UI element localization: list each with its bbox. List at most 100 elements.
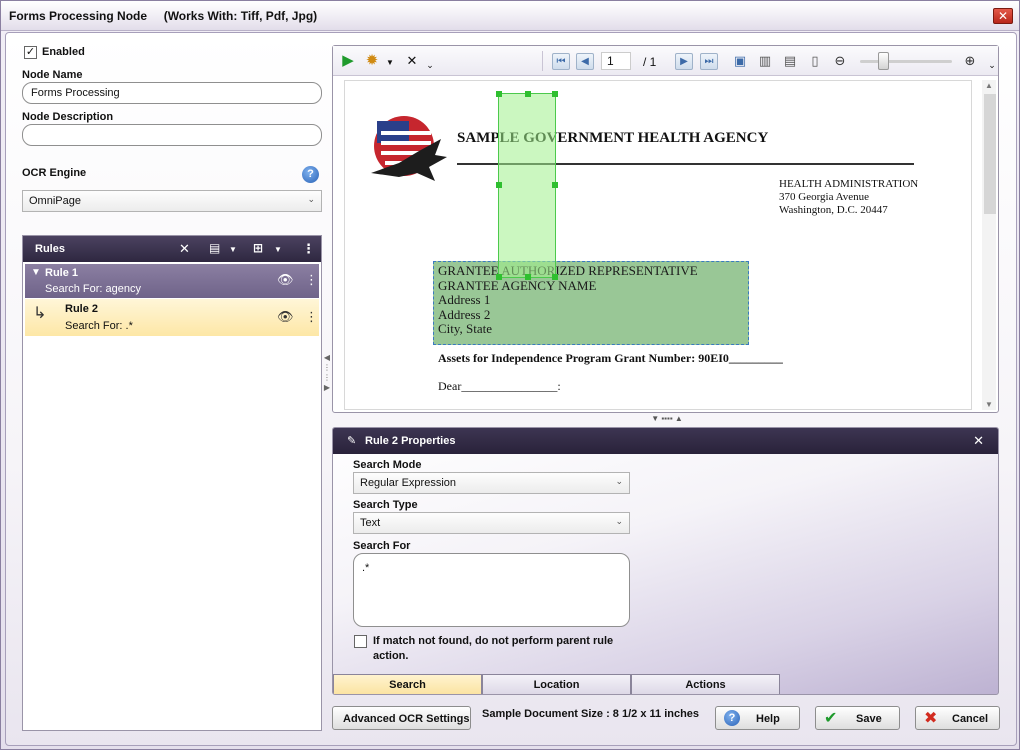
add-child-rule-icon[interactable]: ⊞ <box>253 241 263 255</box>
collapse-triangle-icon[interactable]: ▼ <box>31 267 41 278</box>
tab-search[interactable]: Search <box>333 674 482 694</box>
search-for-label: Search For <box>353 540 411 552</box>
dept-line: HEALTH ADMINISTRATION <box>779 178 919 190</box>
search-for-textarea[interactable]: .* <box>353 553 630 627</box>
tab-location[interactable]: Location <box>482 674 631 694</box>
rules-header: Rules ✕ ▤ ▼ ⊞ ▼ ⋮ <box>23 236 321 262</box>
resize-handle[interactable] <box>496 91 502 97</box>
fit-height-icon[interactable]: ▥ <box>756 52 774 70</box>
node-name-input[interactable]: Forms Processing <box>22 82 322 104</box>
forms-processing-window: Forms Processing Node (Works With: Tiff,… <box>0 0 1020 750</box>
fit-width-icon[interactable]: ▤ <box>781 52 799 70</box>
search-type-label: Search Type <box>353 499 418 511</box>
previous-page-button[interactable]: ◀ <box>576 53 594 70</box>
address-line: City, State <box>438 321 493 337</box>
last-page-button[interactable]: ⏭ <box>700 53 718 70</box>
chevron-down-icon: ⌄ <box>615 516 623 526</box>
rule-properties-panel: ✎ Rule 2 Properties ✕ Search Mode Regula… <box>332 427 999 695</box>
delete-rule-icon[interactable]: ✕ <box>179 241 190 257</box>
rule-2-menu-icon[interactable]: ⋮ <box>305 309 318 325</box>
node-description-input[interactable] <box>22 124 322 146</box>
gear-icon[interactable]: ✹ <box>363 52 381 70</box>
window-close-button[interactable]: ✕ <box>993 8 1013 24</box>
ocr-help-icon[interactable]: ? <box>302 166 319 183</box>
scroll-thumb[interactable] <box>984 94 996 214</box>
cancel-x-icon: ✖ <box>924 710 938 727</box>
zoom-in-icon[interactable]: ⊕ <box>961 52 979 70</box>
zoom-slider-thumb[interactable] <box>878 52 889 70</box>
search-region-highlight[interactable] <box>496 91 558 280</box>
cancel-label: Cancel <box>952 713 989 725</box>
resize-handle[interactable] <box>552 274 558 280</box>
city-line: Washington, D.C. 20447 <box>779 204 888 216</box>
toolbar-overflow-icon[interactable]: ⌄ <box>983 56 1001 74</box>
search-type-select[interactable]: Text ⌄ <box>353 512 630 534</box>
street-line: 370 Georgia Avenue <box>779 191 870 203</box>
resize-handle[interactable] <box>496 182 502 188</box>
search-mode-value: Regular Expression <box>360 477 456 489</box>
tab-actions[interactable]: Actions <box>631 674 780 694</box>
next-page-button[interactable]: ▶ <box>675 53 693 70</box>
rule-item-2[interactable]: ↳ Rule 2 Search For: .* 👁 ⋮ <box>25 299 319 336</box>
fit-page-icon[interactable]: ▯ <box>806 52 824 70</box>
search-mode-select[interactable]: Regular Expression ⌄ <box>353 472 630 494</box>
title-bar: Forms Processing Node (Works With: Tiff,… <box>1 1 1019 31</box>
add-rule-icon[interactable]: ▤ <box>209 241 220 255</box>
advanced-ocr-label: Advanced OCR Settings <box>343 713 470 725</box>
close-icon[interactable]: ✕ <box>973 433 984 449</box>
scroll-up-icon[interactable]: ▲ <box>985 81 993 90</box>
eye-icon[interactable]: 👁 <box>277 309 294 325</box>
help-icon: ? <box>724 710 740 726</box>
clear-dropdown-icon[interactable]: ⌄ <box>421 56 439 74</box>
scroll-down-icon[interactable]: ▼ <box>985 400 993 409</box>
gear-dropdown-icon[interactable]: ▼ <box>381 54 399 72</box>
sample-document-size: Sample Document Size : 8 1/2 x 11 inches <box>482 708 700 720</box>
resize-handle[interactable] <box>525 91 531 97</box>
resize-handle[interactable] <box>525 274 531 280</box>
address-block: GRANTEE AUTHORIZED REPRESENTATIVE GRANTE… <box>438 263 698 337</box>
add-child-dropdown-icon[interactable]: ▼ <box>274 245 282 254</box>
help-label: Help <box>756 713 780 725</box>
advanced-ocr-settings-button[interactable]: Advanced OCR Settings <box>332 706 471 730</box>
address-line: Address 2 <box>438 306 491 322</box>
rule-item-1[interactable]: ▼ Rule 1 Search For: agency 👁 ⋮ <box>25 264 319 298</box>
window-title: Forms Processing Node (Works With: Tiff,… <box>9 9 318 23</box>
document-viewer: ▶ ✹ ▼ ✕ ⌄ ⏮ ◀ 1 / 1 ▶ ⏭ ▣ ▥ ▤ ▯ ⊖ ⊕ ⌄ SA… <box>332 45 999 413</box>
image-icon[interactable]: ▣ <box>731 52 749 70</box>
help-button[interactable]: ? Help <box>715 706 800 730</box>
zoom-out-icon[interactable]: ⊖ <box>831 52 849 70</box>
page-number-input[interactable]: 1 <box>601 52 631 70</box>
save-label: Save <box>856 713 882 725</box>
toolbar-divider <box>542 51 543 71</box>
no-match-checkbox[interactable] <box>354 635 367 648</box>
child-connector-icon: ↳ <box>33 305 47 322</box>
vertical-splitter[interactable]: ◀ ⋮ ⋮ ▶ <box>323 353 331 421</box>
ocr-engine-label: OCR Engine <box>22 167 87 179</box>
enabled-checkbox[interactable]: ✓ <box>24 46 37 59</box>
no-match-label: If match not found, do not perform paren… <box>373 635 614 662</box>
resize-handle[interactable] <box>552 182 558 188</box>
clear-icon[interactable]: ✕ <box>403 52 421 70</box>
add-rule-dropdown-icon[interactable]: ▼ <box>229 245 237 254</box>
resize-handle[interactable] <box>496 274 502 280</box>
agency-logo <box>371 116 447 181</box>
rules-panel: Rules ✕ ▤ ▼ ⊞ ▼ ⋮ ▼ Rule 1 Search For: a… <box>22 235 322 731</box>
horizontal-splitter[interactable]: ▼ ▪▪▪▪ ▲ <box>633 414 701 424</box>
rules-menu-icon[interactable]: ⋮ <box>302 241 315 257</box>
eye-icon[interactable]: 👁 <box>277 272 294 288</box>
cancel-button[interactable]: ✖ Cancel <box>915 706 1000 730</box>
ocr-engine-select[interactable]: OmniPage ⌄ <box>22 190 322 212</box>
save-button[interactable]: ✔ Save <box>815 706 900 730</box>
chevron-down-icon: ⌄ <box>307 194 315 204</box>
node-description-label: Node Description <box>22 111 114 123</box>
properties-title: Rule 2 Properties <box>365 435 456 447</box>
first-page-button[interactable]: ⏮ <box>552 53 570 70</box>
viewer-scrollbar[interactable]: ▲ ▼ <box>982 80 996 410</box>
resize-handle[interactable] <box>552 91 558 97</box>
rule-2-search: Search For: .* <box>65 320 133 332</box>
rule-1-menu-icon[interactable]: ⋮ <box>305 272 318 288</box>
viewer-toolbar: ▶ ✹ ▼ ✕ ⌄ ⏮ ◀ 1 / 1 ▶ ⏭ ▣ ▥ ▤ ▯ ⊖ ⊕ ⌄ <box>333 46 998 76</box>
enabled-label: Enabled <box>42 46 85 58</box>
zoom-slider-track[interactable] <box>860 60 952 63</box>
run-icon[interactable]: ▶ <box>339 52 357 70</box>
